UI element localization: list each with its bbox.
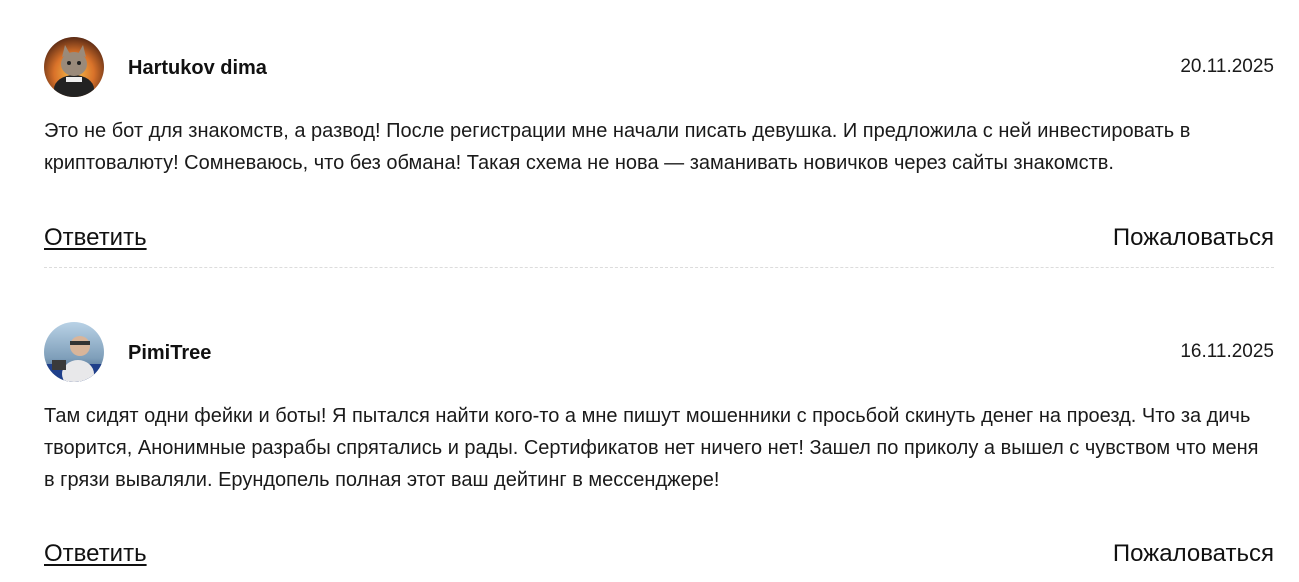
person-avatar-icon — [44, 322, 104, 382]
comment-header: Hartukov dima 20.11.2025 — [44, 37, 1274, 97]
report-link[interactable]: Пожаловаться — [1113, 224, 1274, 252]
user-avatar[interactable] — [44, 322, 104, 382]
comment-actions: Ответить Пожаловаться — [44, 224, 1274, 254]
user-avatar[interactable] — [44, 37, 104, 97]
comment-actions: Ответить Пожаловаться — [44, 540, 1274, 570]
comment-date: 20.11.2025 — [1180, 56, 1274, 77]
comment-date: 16.11.2025 — [1180, 341, 1274, 362]
author-name: PimiTree — [128, 342, 212, 364]
comment-item: Hartukov dima 20.11.2025 Это не бот для … — [44, 37, 1274, 254]
comment-text: Это не бот для знакомств, а развод! Посл… — [44, 120, 1191, 174]
comment-divider — [44, 267, 1274, 268]
cat-avatar-icon — [44, 37, 104, 97]
comment-header: PimiTree 16.11.2025 — [44, 322, 1274, 382]
reply-link[interactable]: Ответить — [44, 540, 147, 568]
comments-list: Hartukov dima 20.11.2025 Это не бот для … — [0, 0, 1299, 582]
author-name: Hartukov dima — [128, 57, 267, 79]
reply-link[interactable]: Ответить — [44, 224, 147, 252]
report-link[interactable]: Пожаловаться — [1113, 540, 1274, 568]
comment-item: PimiTree 16.11.2025 Там сидят одни фейки… — [44, 322, 1274, 570]
comment-text: Там сидят одни фейки и боты! Я пытался н… — [44, 405, 1259, 491]
